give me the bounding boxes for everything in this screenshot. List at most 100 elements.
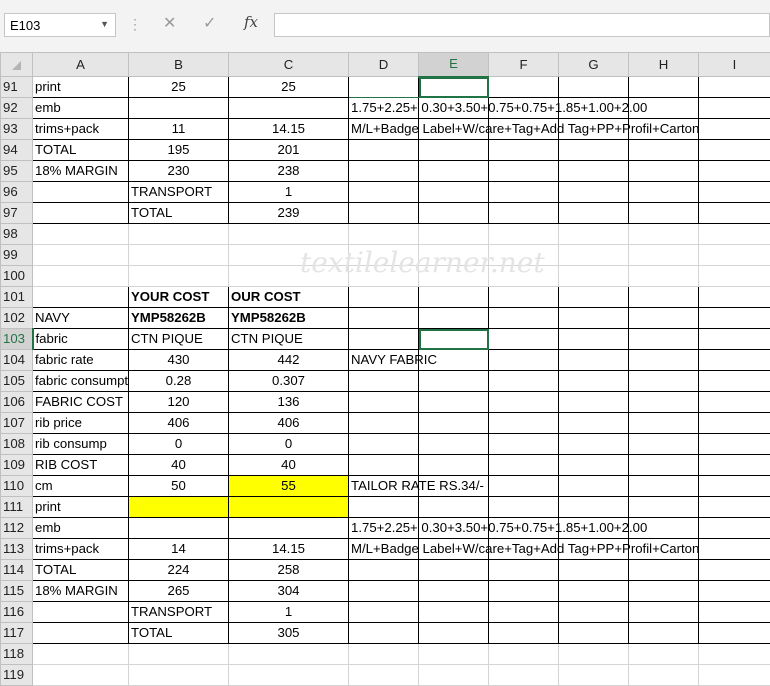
cell-a[interactable] [32, 244, 129, 266]
cell-e[interactable] [418, 244, 489, 266]
cell-g[interactable] [558, 475, 629, 497]
cell-a[interactable]: NAVY [32, 307, 129, 329]
cell-i[interactable] [698, 76, 770, 98]
cell-c[interactable]: 1 [228, 601, 349, 623]
cell-h[interactable] [628, 580, 699, 602]
cell-f[interactable] [488, 412, 559, 434]
cell-a[interactable] [32, 286, 129, 308]
row-header[interactable]: 95 [0, 160, 33, 182]
cell-e[interactable] [418, 181, 489, 203]
cell-i[interactable] [698, 559, 770, 581]
cell-b[interactable] [128, 643, 229, 665]
cell-d[interactable] [348, 244, 419, 266]
cell-h[interactable] [628, 496, 699, 518]
cell-e[interactable] [418, 328, 489, 350]
cell-h[interactable] [628, 559, 699, 581]
cell-d[interactable] [348, 307, 419, 329]
column-header-i[interactable]: I [698, 52, 770, 77]
row-header[interactable]: 107 [0, 412, 33, 434]
cell-f[interactable] [488, 391, 559, 413]
cell-b[interactable] [128, 664, 229, 686]
cell-h[interactable] [628, 391, 699, 413]
cell-e[interactable] [418, 202, 489, 224]
cell-a[interactable] [32, 622, 129, 644]
cell-i[interactable] [698, 538, 770, 560]
cell-f[interactable] [488, 286, 559, 308]
cell-c[interactable]: 305 [228, 622, 349, 644]
cell-c[interactable]: CTN PIQUE [228, 328, 349, 350]
cell-i[interactable] [698, 202, 770, 224]
cell-a[interactable] [32, 601, 129, 623]
cell-b[interactable]: 265 [128, 580, 229, 602]
cell-i[interactable] [698, 664, 770, 686]
cell-i[interactable] [698, 412, 770, 434]
cell-a[interactable]: emb [32, 97, 129, 119]
cell-e[interactable] [418, 559, 489, 581]
formula-input[interactable] [274, 13, 770, 37]
row-header[interactable]: 102 [0, 307, 33, 329]
cell-c[interactable]: 442 [228, 349, 349, 371]
cell-i[interactable] [698, 139, 770, 161]
cell-i[interactable] [698, 265, 770, 287]
cell-f[interactable] [488, 496, 559, 518]
row-header[interactable]: 94 [0, 139, 33, 161]
cell-b[interactable]: 430 [128, 349, 229, 371]
cell-d[interactable] [348, 391, 419, 413]
row-header[interactable]: 119 [0, 664, 33, 686]
cell-i[interactable] [698, 118, 770, 140]
row-header[interactable]: 106 [0, 391, 33, 413]
cell-e[interactable] [418, 139, 489, 161]
cell-a[interactable]: 18% MARGIN [32, 580, 129, 602]
cell-c[interactable]: 0.307 [228, 370, 349, 392]
cell-a[interactable]: trims+pack [32, 538, 129, 560]
cell-g[interactable] [558, 349, 629, 371]
cell-c[interactable]: YMP58262B [228, 307, 349, 329]
cell-b[interactable] [128, 244, 229, 266]
cell-g[interactable] [558, 202, 629, 224]
cell-g[interactable] [558, 559, 629, 581]
cell-f[interactable] [488, 370, 559, 392]
cell-f[interactable] [488, 265, 559, 287]
cell-a[interactable] [32, 664, 129, 686]
cell-h[interactable] [628, 286, 699, 308]
row-header[interactable]: 109 [0, 454, 33, 476]
cell-b[interactable]: TRANSPORT [128, 601, 229, 623]
cell-i[interactable] [698, 160, 770, 182]
name-box[interactable]: E103 ▼ [4, 13, 116, 37]
cell-h[interactable] [628, 202, 699, 224]
cell-d[interactable] [348, 622, 419, 644]
cell-c[interactable]: 0 [228, 433, 349, 455]
cell-i[interactable] [698, 601, 770, 623]
cell-d[interactable] [348, 328, 419, 350]
cell-i[interactable] [698, 370, 770, 392]
cell-d[interactable] [348, 265, 419, 287]
cell-d[interactable] [348, 643, 419, 665]
cell-g[interactable] [558, 307, 629, 329]
cell-d[interactable] [348, 223, 419, 245]
cell-f[interactable] [488, 643, 559, 665]
cell-b[interactable] [128, 496, 229, 518]
cell-b[interactable]: 406 [128, 412, 229, 434]
cell-i[interactable] [698, 454, 770, 476]
cell-g[interactable] [558, 286, 629, 308]
cell-h[interactable] [628, 160, 699, 182]
cell-a[interactable]: 18% MARGIN [32, 160, 129, 182]
cell-g[interactable] [558, 433, 629, 455]
cell-e[interactable] [418, 664, 489, 686]
cell-f[interactable] [488, 202, 559, 224]
row-header[interactable]: 110 [0, 475, 33, 497]
cell-c[interactable]: 55 [228, 475, 349, 497]
row-header[interactable]: 114 [0, 559, 33, 581]
cell-h[interactable] [628, 601, 699, 623]
cell-g[interactable] [558, 328, 629, 350]
cell-e[interactable] [418, 412, 489, 434]
row-header[interactable]: 96 [0, 181, 33, 203]
cell-f[interactable] [488, 433, 559, 455]
cell-h[interactable] [628, 223, 699, 245]
cell-f[interactable] [488, 454, 559, 476]
cell-e[interactable] [418, 307, 489, 329]
cell-b[interactable]: 120 [128, 391, 229, 413]
row-header[interactable]: 117 [0, 622, 33, 644]
cell-b[interactable]: TRANSPORT [128, 181, 229, 203]
cell-g[interactable] [558, 454, 629, 476]
